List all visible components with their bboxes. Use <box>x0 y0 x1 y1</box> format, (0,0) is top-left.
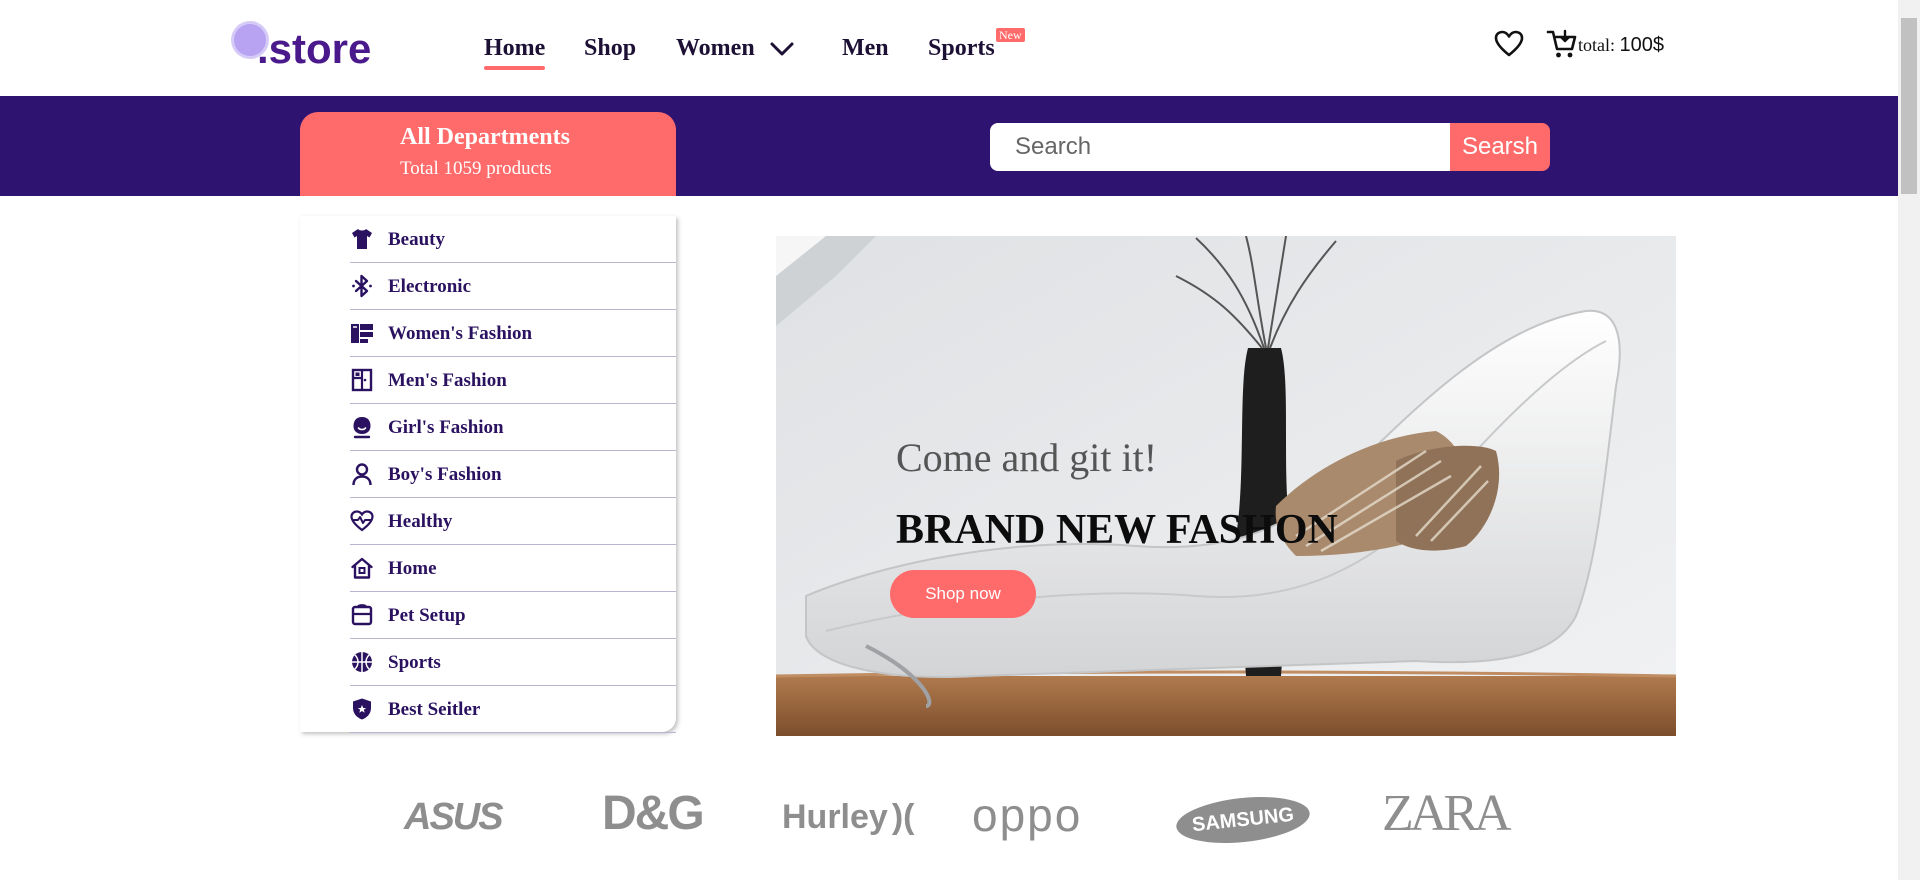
page-scrollbar[interactable] <box>1898 0 1920 880</box>
nav-shop-label: Shop <box>584 35 637 61</box>
category-label: Women's Fashion <box>388 323 533 344</box>
cart-total-label: total: <box>1578 35 1615 55</box>
brand-logo-dg[interactable]: D&G <box>602 786 705 841</box>
shirt-icon <box>351 324 373 343</box>
category-label: Boy's Fashion <box>388 464 502 485</box>
bluetooth-icon <box>352 274 372 298</box>
store-logo[interactable]: .store <box>232 20 402 80</box>
brand-logo-zara[interactable]: ZARA <box>1382 784 1512 843</box>
category-label: Men's Fashion <box>388 370 507 391</box>
heart-pulse-icon <box>350 510 374 532</box>
samsung-ellipse: SAMSUNG <box>1174 791 1312 849</box>
house-icon <box>351 557 373 579</box>
brand-logo-hurley[interactable]: Hurley )( <box>782 798 914 837</box>
category-healthy[interactable]: Healthy <box>350 498 676 545</box>
search-button[interactable]: Searsh <box>1450 123 1550 171</box>
user-hair-icon <box>353 417 371 439</box>
category-label: Healthy <box>388 511 453 532</box>
nav-men-label: Men <box>842 35 889 61</box>
category-mens-fashion[interactable]: Men's Fashion <box>350 357 676 404</box>
brand-logos: ASUS D&G Hurley )( oppo SAMSUNG ZARA <box>390 785 1512 856</box>
departments-title: All Departments <box>400 124 570 150</box>
tshirt-icon <box>352 229 372 249</box>
category-label: Sports <box>388 652 441 673</box>
nav-home-label: Home <box>484 35 546 61</box>
brand-logo-samsung[interactable]: SAMSUNG <box>1174 791 1312 849</box>
nav-women-label: Women <box>676 35 755 61</box>
all-departments-button[interactable]: All Departments Total 1059 products <box>300 112 676 196</box>
category-beauty[interactable]: Beauty <box>350 216 676 263</box>
shop-now-button[interactable]: Shop now <box>890 570 1036 618</box>
basketball-icon <box>352 652 372 672</box>
category-electronic[interactable]: Electronic <box>350 263 676 310</box>
hero-chaise-lounge-image <box>776 236 1676 736</box>
scrollbar-thumb[interactable] <box>1901 18 1917 194</box>
user-icon <box>352 463 372 486</box>
category-menu: Beauty Electronic Women's Fashion Men's … <box>300 216 676 733</box>
category-womens-fashion[interactable]: Women's Fashion <box>350 310 676 357</box>
search-box: Searsh <box>990 123 1550 173</box>
category-home[interactable]: Home <box>350 545 676 592</box>
nav-men[interactable]: Men <box>842 30 889 66</box>
category-label: Beauty <box>388 229 445 250</box>
department-search-bar: All Departments Total 1059 products Sear… <box>0 96 1898 196</box>
hurley-mark-icon: )( <box>891 798 915 836</box>
category-sports[interactable]: Sports <box>350 639 676 686</box>
category-label: Girl's Fashion <box>388 417 504 438</box>
cart-total-value: 100$ <box>1619 34 1665 56</box>
category-label: Best Seitler <box>388 699 481 720</box>
category-boys-fashion[interactable]: Boy's Fashion <box>350 451 676 498</box>
category-label: Pet Setup <box>388 605 466 626</box>
nav-sports[interactable]: Sports New <box>928 28 1025 66</box>
new-badge: New <box>996 28 1025 42</box>
shield-star-icon <box>353 698 371 720</box>
brand-logo-oppo[interactable]: oppo <box>972 788 1082 842</box>
hero-subtitle: Come and git it! <box>896 435 1158 480</box>
top-header: .store Home Shop Women Men Sports New to… <box>0 0 1898 96</box>
departments-product-count: Total 1059 products <box>400 158 552 179</box>
nav-home[interactable]: Home <box>484 30 546 70</box>
category-label: Electronic <box>388 276 472 297</box>
nav-women[interactable]: Women <box>676 30 795 66</box>
category-pet-setup[interactable]: Pet Setup <box>350 592 676 639</box>
category-girls-fashion[interactable]: Girl's Fashion <box>350 404 676 451</box>
category-best-seller[interactable]: Best Seitler <box>350 686 676 733</box>
pet-box-icon <box>351 604 373 626</box>
logo-text: .store <box>257 25 372 72</box>
hero-banner: Come and git it! BRAND NEW FASHON Shop n… <box>776 236 1676 736</box>
wishlist-heart-icon[interactable] <box>1494 30 1524 58</box>
category-label: Home <box>388 558 437 579</box>
cart-total: total: 100$ <box>1578 34 1664 57</box>
chevron-down-icon <box>770 42 794 56</box>
hero-title: BRAND NEW FASHON <box>896 507 1338 553</box>
brand-logo-asus[interactable]: ASUS <box>404 796 504 839</box>
cart-icon[interactable] <box>1546 28 1578 60</box>
nav-shop[interactable]: Shop <box>584 30 636 66</box>
search-input[interactable] <box>990 123 1450 171</box>
wardrobe-icon <box>351 368 373 392</box>
nav-sports-label: Sports <box>928 35 995 61</box>
